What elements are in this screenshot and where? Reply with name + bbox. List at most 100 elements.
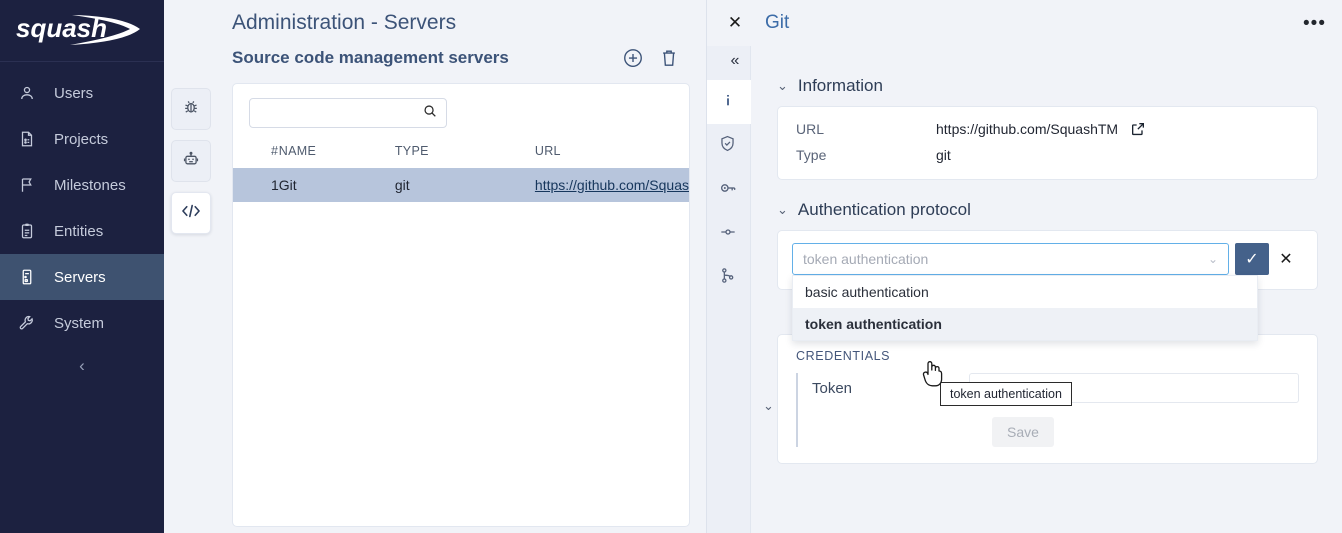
- sidebar-item-milestones[interactable]: Milestones: [0, 162, 164, 208]
- detail-panel-title: Git: [765, 12, 790, 33]
- sidebar: squash Users Projects Milestones Entitie…: [0, 0, 164, 533]
- chevron-down-icon: ⌄: [1207, 252, 1218, 266]
- column-header-type[interactable]: TYPE: [395, 138, 535, 168]
- sidebar-item-users[interactable]: Users: [0, 70, 164, 116]
- tab-bug[interactable]: [171, 88, 211, 130]
- sidebar-item-label: Projects: [54, 130, 109, 148]
- main-content: Administration - Servers Source code man…: [216, 0, 706, 533]
- sidebar-item-system[interactable]: System: [0, 300, 164, 346]
- more-options-icon[interactable]: •••: [1303, 14, 1342, 33]
- code-icon: [180, 202, 202, 225]
- external-link-icon[interactable]: [1130, 121, 1146, 137]
- dropdown-option-basic[interactable]: basic authentication: [793, 276, 1257, 308]
- auth-section-header[interactable]: ⌄ Authentication protocol: [777, 200, 1318, 220]
- tab-code[interactable]: [171, 192, 211, 234]
- key-icon: [718, 178, 738, 203]
- page-title: Administration - Servers: [232, 11, 457, 34]
- sidebar-item-projects[interactable]: Projects: [0, 116, 164, 162]
- close-icon: ✕: [1279, 251, 1293, 268]
- projects-icon: [18, 129, 44, 149]
- cancel-button[interactable]: ✕: [1269, 243, 1303, 275]
- sidebar-item-label: Servers: [54, 268, 106, 286]
- column-header-name[interactable]: NAME: [279, 138, 395, 168]
- table-header-row: # NAME TYPE URL: [233, 138, 689, 168]
- brand-logo[interactable]: squash: [0, 0, 164, 62]
- robot-icon: [182, 150, 200, 173]
- information-row-url: URL https://github.com/SquashTM: [796, 121, 1299, 137]
- svg-text:squash: squash: [16, 13, 107, 43]
- chevron-down-icon: ⌄: [777, 202, 788, 217]
- wrench-icon: [18, 313, 44, 333]
- search-input[interactable]: [249, 98, 447, 128]
- auth-card: token authentication ⌄ ✓ ✕ basic authent…: [777, 230, 1318, 341]
- squash-logo-icon: squash: [12, 9, 157, 53]
- auth-heading: Authentication protocol: [797, 200, 971, 219]
- panel-collapse-button[interactable]: «: [721, 46, 749, 76]
- slider-icon: [718, 222, 738, 247]
- chevron-down-icon: ⌄: [763, 398, 774, 413]
- detail-tab-shield[interactable]: [707, 124, 750, 168]
- chevron-left-icon: ‹: [79, 356, 85, 375]
- column-header-num[interactable]: #: [233, 138, 279, 168]
- sidebar-item-entities[interactable]: Entities: [0, 208, 164, 254]
- sidebar-item-label: Entities: [54, 222, 104, 240]
- auth-protocol-select[interactable]: token authentication ⌄: [792, 243, 1229, 275]
- information-key: URL: [796, 121, 825, 137]
- save-button[interactable]: Save: [992, 417, 1054, 447]
- sidebar-collapse-button[interactable]: ‹: [0, 356, 164, 376]
- save-row: Save: [812, 417, 1299, 447]
- add-server-button[interactable]: [622, 47, 644, 69]
- delete-server-button[interactable]: [658, 47, 680, 69]
- detail-panel: ✕ Git ••• « ⌄ Information URL https://gi…: [706, 0, 1342, 533]
- section-header-row: Source code management servers: [218, 35, 692, 69]
- chevron-down-icon: ⌄: [777, 78, 788, 93]
- information-section-header[interactable]: ⌄ Information: [777, 76, 1318, 96]
- sidebar-item-label: System: [54, 314, 105, 332]
- information-value-wrap: https://github.com/SquashTM: [936, 121, 1146, 137]
- detail-tab-credentials[interactable]: [707, 168, 750, 212]
- column-header-url[interactable]: URL: [535, 138, 689, 168]
- information-key: Type: [796, 147, 827, 163]
- detail-panel-body: ⌄ Information URL https://github.com/Squ…: [707, 46, 1342, 533]
- cell-type: git: [394, 168, 535, 202]
- server-icon: [18, 267, 44, 287]
- chevron-double-left-icon: «: [730, 52, 740, 69]
- information-card: URL https://github.com/SquashTM Type git: [777, 106, 1318, 180]
- table-row[interactable]: 1 Git git https://github.com/Squas: [233, 168, 689, 202]
- check-icon: ✓: [1245, 251, 1259, 268]
- cell-num: 1: [233, 168, 279, 202]
- detail-tab-information[interactable]: [707, 80, 751, 124]
- detail-panel-content: ⌄ Information URL https://github.com/Squ…: [751, 46, 1342, 533]
- information-row-type: Type git: [796, 147, 1299, 163]
- search-icon[interactable]: [422, 103, 438, 124]
- cell-url: https://github.com/Squas: [534, 168, 689, 202]
- information-heading: Information: [797, 76, 883, 95]
- workspace-tab-rail: [164, 0, 216, 533]
- section-title: Source code management servers: [232, 48, 509, 67]
- info-icon: [719, 91, 737, 114]
- sidebar-items: Users Projects Milestones Entities Serve…: [0, 62, 164, 346]
- auth-select-placeholder: token authentication: [803, 251, 929, 267]
- confirm-button[interactable]: ✓: [1235, 243, 1269, 275]
- cell-name: Git: [278, 168, 395, 202]
- detail-tab-branches[interactable]: [707, 256, 750, 300]
- close-icon[interactable]: ✕: [721, 13, 749, 33]
- bug-icon: [182, 98, 200, 121]
- section-actions: [622, 47, 686, 69]
- shield-check-icon: [718, 134, 737, 158]
- detail-tab-settings[interactable]: [707, 212, 750, 256]
- app-root: squash Users Projects Milestones Entitie…: [0, 0, 1342, 533]
- git-branch-icon: [718, 266, 737, 290]
- credentials-heading: CREDENTIALS: [796, 349, 891, 363]
- detail-tab-rail: [707, 46, 751, 533]
- tooltip: token authentication: [940, 382, 1072, 406]
- server-url-link[interactable]: https://github.com/Squas: [535, 177, 689, 193]
- clipboard-icon: [18, 221, 44, 241]
- servers-table-card: # NAME TYPE URL 1 Git git https://github…: [232, 83, 690, 527]
- sidebar-item-label: Users: [54, 84, 94, 102]
- dropdown-option-token[interactable]: token authentication: [793, 308, 1257, 340]
- sidebar-item-servers[interactable]: Servers: [0, 254, 164, 300]
- tab-robot[interactable]: [171, 140, 211, 182]
- information-value: https://github.com/SquashTM: [936, 121, 1119, 137]
- flag-icon: [18, 175, 44, 195]
